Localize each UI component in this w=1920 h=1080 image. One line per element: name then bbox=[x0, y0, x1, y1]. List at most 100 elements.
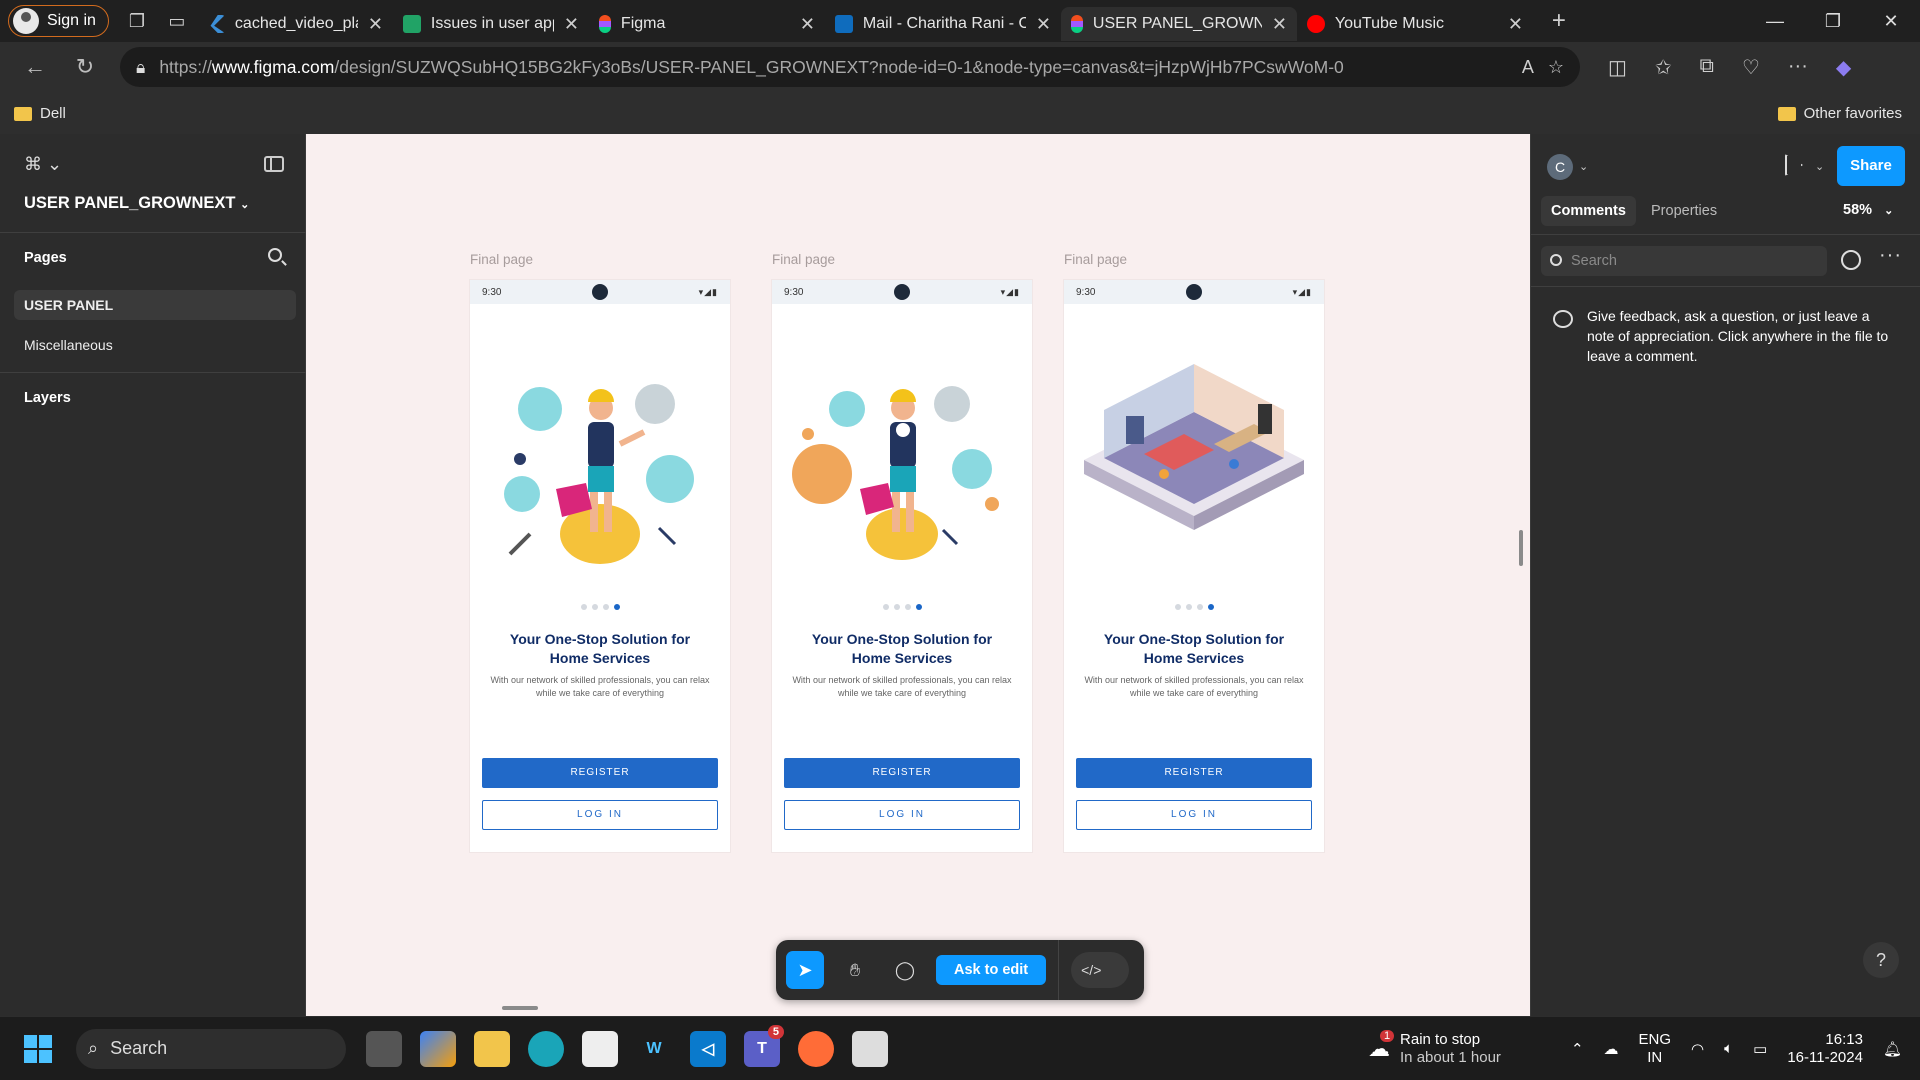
vscode-icon[interactable]: ◁ bbox=[690, 1030, 726, 1067]
windows-start-icon[interactable] bbox=[24, 1034, 52, 1063]
zoom-level[interactable]: 58% ⌄ bbox=[1843, 202, 1893, 218]
register-button[interactable]: REGISTER bbox=[1076, 758, 1312, 788]
weather-title: Rain to stop bbox=[1400, 1030, 1481, 1048]
figma-menu-icon[interactable]: ⌘ ⌄ bbox=[24, 154, 62, 175]
search-pages-icon[interactable] bbox=[268, 248, 282, 262]
chevron-down-icon[interactable]: ⌄ bbox=[1579, 160, 1588, 173]
file-title[interactable]: USER PANEL_GROWNEXT ⌄ bbox=[24, 194, 249, 213]
copilot-icon[interactable]: ◆ bbox=[1836, 55, 1851, 80]
figma-canvas[interactable]: Final page 9:30 ▾◢▮ Your One-Stop Soluti… bbox=[306, 134, 1530, 1016]
teams-icon[interactable]: T5 bbox=[744, 1024, 784, 1067]
lock-icon: 🔒︎ bbox=[136, 56, 146, 77]
status-bar: 9:30 ▾◢▮ bbox=[1064, 280, 1324, 304]
favorite-star-icon[interactable]: ☆ bbox=[1548, 57, 1564, 78]
new-tab-icon[interactable]: + bbox=[1539, 5, 1579, 37]
tab-properties[interactable]: Properties bbox=[1641, 196, 1727, 226]
postman-icon[interactable] bbox=[798, 1030, 834, 1067]
close-icon[interactable]: ✕ bbox=[1036, 14, 1051, 35]
present-play-icon[interactable] bbox=[1785, 154, 1799, 172]
tab-issues-sheet[interactable]: Issues in user app - Goo ✕ bbox=[393, 7, 589, 41]
clock[interactable]: 16:13 16-11-2024 bbox=[1787, 1031, 1863, 1067]
toggle-sidebar-icon[interactable] bbox=[264, 156, 284, 172]
close-icon[interactable]: ✕ bbox=[564, 14, 579, 35]
snipping-tool-icon[interactable] bbox=[852, 1030, 888, 1067]
wifi-icon[interactable]: ◠ bbox=[1691, 1040, 1704, 1058]
horizontal-scrollbar[interactable] bbox=[502, 1006, 538, 1010]
tab-outlook-mail[interactable]: Mail - Charitha Rani - Ou ✕ bbox=[825, 7, 1061, 41]
microsoft-store-icon[interactable] bbox=[582, 1030, 618, 1067]
help-button[interactable]: ? bbox=[1863, 942, 1899, 978]
register-button[interactable]: REGISTER bbox=[482, 758, 718, 788]
onedrive-icon[interactable]: ☁ bbox=[1604, 1040, 1619, 1058]
read-aloud-icon[interactable]: A bbox=[1522, 57, 1534, 78]
restore-icon[interactable]: ❐ bbox=[1804, 11, 1862, 32]
frame-label[interactable]: Final page bbox=[1064, 252, 1127, 267]
ask-to-edit-button[interactable]: Ask to edit bbox=[936, 955, 1047, 985]
collections-icon[interactable]: ⧉ bbox=[1700, 55, 1714, 80]
frame-label[interactable]: Final page bbox=[772, 252, 835, 267]
close-icon[interactable]: ✕ bbox=[1508, 14, 1523, 35]
dev-mode-toggle[interactable]: </> bbox=[1071, 952, 1130, 988]
more-options-icon[interactable]: ··· bbox=[1879, 244, 1902, 267]
split-screen-icon[interactable]: ◫ bbox=[1608, 55, 1627, 80]
file-explorer-icon[interactable] bbox=[474, 1030, 510, 1067]
taskbar-search[interactable]: ⌕ Search bbox=[76, 1028, 346, 1069]
dot-active bbox=[915, 604, 922, 610]
tab-cached-video[interactable]: cached_video_player_plu ✕ bbox=[197, 7, 393, 41]
language-indicator[interactable]: ENG IN bbox=[1639, 1031, 1672, 1067]
divider bbox=[1531, 234, 1920, 235]
other-favorites[interactable]: Other favorites bbox=[1777, 105, 1902, 122]
phone-frame-3[interactable]: 9:30 ▾◢▮ Your One-Stop Solution for Home bbox=[1064, 280, 1324, 852]
back-icon[interactable]: ← bbox=[10, 54, 60, 80]
tab-figma[interactable]: Figma ✕ bbox=[589, 7, 825, 41]
close-icon[interactable]: ✕ bbox=[368, 14, 383, 35]
move-tool-icon[interactable]: ➤ bbox=[786, 951, 824, 989]
chevron-up-icon[interactable]: ⌃ bbox=[1571, 1040, 1584, 1058]
notifications-bell-icon[interactable]: 🔔︎ bbox=[1883, 1040, 1902, 1058]
login-button[interactable]: LOG IN bbox=[1076, 800, 1312, 830]
battery-icon[interactable]: ▭ bbox=[1753, 1040, 1767, 1058]
browser-essentials-icon[interactable]: ♡ bbox=[1742, 55, 1760, 80]
comment-tool-icon[interactable]: ◯ bbox=[886, 951, 924, 989]
tab-title: USER PANEL_GROWNEX bbox=[1092, 15, 1262, 32]
refresh-icon[interactable]: ↻ bbox=[60, 54, 110, 80]
dot bbox=[1196, 604, 1203, 610]
sign-in-button[interactable]: Sign in bbox=[8, 5, 109, 37]
workspaces-icon[interactable]: ❐ bbox=[117, 5, 157, 37]
volume-icon[interactable]: 🔈︎ bbox=[1724, 1040, 1733, 1057]
register-button[interactable]: REGISTER bbox=[784, 758, 1020, 788]
dot bbox=[1174, 604, 1181, 610]
copilot-app-icon[interactable] bbox=[420, 1030, 456, 1067]
chevron-down-icon[interactable]: ⌄ bbox=[1815, 160, 1824, 173]
address-bar[interactable]: 🔒︎ https://www.figma.com/design/SUZWQSub… bbox=[120, 47, 1580, 87]
favorites-icon[interactable]: ✩ bbox=[1655, 55, 1672, 80]
avatar[interactable]: C bbox=[1547, 154, 1573, 180]
page-item-user-panel[interactable]: USER PANEL bbox=[14, 290, 296, 320]
close-icon[interactable]: ✕ bbox=[800, 14, 815, 35]
more-menu-icon[interactable]: ··· bbox=[1788, 55, 1808, 80]
close-window-icon[interactable]: ✕ bbox=[1862, 11, 1920, 32]
camera-icon bbox=[592, 284, 608, 300]
close-icon[interactable]: ✕ bbox=[1272, 14, 1287, 35]
tab-actions-icon[interactable]: ▭ bbox=[157, 5, 197, 37]
page-item-miscellaneous[interactable]: Miscellaneous bbox=[14, 330, 296, 360]
login-button[interactable]: LOG IN bbox=[784, 800, 1020, 830]
hand-tool-icon[interactable]: ✋︎ bbox=[836, 951, 874, 989]
comments-search-input[interactable]: Search bbox=[1541, 246, 1827, 276]
edge-browser-icon[interactable] bbox=[528, 1030, 564, 1067]
tab-comments[interactable]: Comments bbox=[1541, 196, 1636, 226]
share-button[interactable]: Share bbox=[1837, 146, 1905, 186]
phone-frame-1[interactable]: 9:30 ▾◢▮ Your One-Stop Solution for Home… bbox=[470, 280, 730, 852]
login-button[interactable]: LOG IN bbox=[482, 800, 718, 830]
task-view-icon[interactable] bbox=[366, 1030, 402, 1067]
tab-user-panel[interactable]: USER PANEL_GROWNEX ✕ bbox=[1060, 7, 1297, 41]
phone-frame-2[interactable]: 9:30 ▾◢▮ Your One-Stop Solution for Home… bbox=[772, 280, 1032, 852]
frame-label[interactable]: Final page bbox=[470, 252, 533, 267]
vertical-scrollbar[interactable] bbox=[1519, 530, 1523, 566]
waves-app-icon[interactable]: W bbox=[636, 1031, 672, 1067]
minimize-icon[interactable]: — bbox=[1746, 11, 1804, 32]
weather-widget[interactable]: ☁ 1 Rain to stop In about 1 hour bbox=[1368, 1029, 1501, 1067]
tab-youtube-music[interactable]: YouTube Music ✕ bbox=[1297, 7, 1533, 41]
favorite-dell[interactable]: Dell bbox=[14, 105, 66, 122]
filter-icon[interactable] bbox=[1841, 250, 1861, 270]
